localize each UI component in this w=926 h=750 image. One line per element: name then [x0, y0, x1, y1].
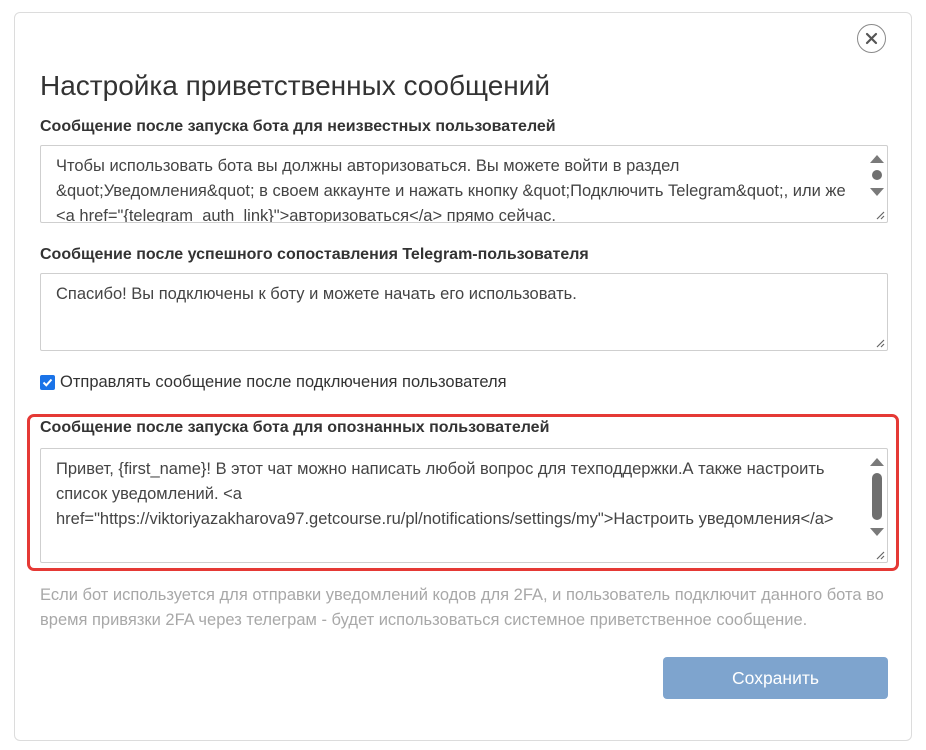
checkmark-icon [42, 378, 53, 387]
scroll-up-icon[interactable] [870, 155, 884, 163]
resize-handle-icon[interactable] [874, 337, 885, 348]
success-match-label: Сообщение после успешного сопоставления … [40, 246, 589, 263]
unknown-users-text: Чтобы использовать бота вы должны автори… [56, 157, 851, 223]
send-after-connect-checkbox[interactable] [40, 375, 55, 390]
close-icon [865, 32, 878, 45]
page-title: Настройка приветственных сообщений [40, 70, 551, 101]
scroll-up-icon[interactable] [870, 458, 884, 466]
unknown-users-textarea[interactable]: Чтобы использовать бота вы должны автори… [40, 145, 888, 223]
close-button[interactable] [857, 24, 886, 53]
unknown-users-label: Сообщение после запуска бота для неизвес… [40, 118, 556, 135]
resize-handle-icon[interactable] [874, 549, 885, 560]
send-after-connect-row[interactable]: Отправлять сообщение после подключения п… [40, 373, 507, 392]
send-after-connect-label: Отправлять сообщение после подключения п… [60, 373, 507, 391]
twofa-hint: Если бот используется для отправки уведо… [40, 586, 884, 629]
scrollbar[interactable] [867, 449, 887, 562]
resize-handle-icon[interactable] [874, 209, 885, 220]
known-users-label: Сообщение после запуска бота для опознан… [40, 419, 550, 436]
known-users-text: Привет, {first_name}! В этот чат можно н… [56, 460, 834, 528]
scroll-thumb[interactable] [872, 170, 882, 180]
known-users-textarea[interactable]: Привет, {first_name}! В этот чат можно н… [40, 448, 888, 563]
save-button[interactable]: Сохранить [663, 657, 888, 699]
scroll-down-icon[interactable] [870, 528, 884, 536]
success-match-textarea[interactable]: Спасибо! Вы подключены к боту и можете н… [40, 273, 888, 351]
scroll-down-icon[interactable] [870, 188, 884, 196]
success-match-text: Спасибо! Вы подключены к боту и можете н… [56, 285, 577, 303]
scroll-thumb[interactable] [872, 473, 882, 520]
